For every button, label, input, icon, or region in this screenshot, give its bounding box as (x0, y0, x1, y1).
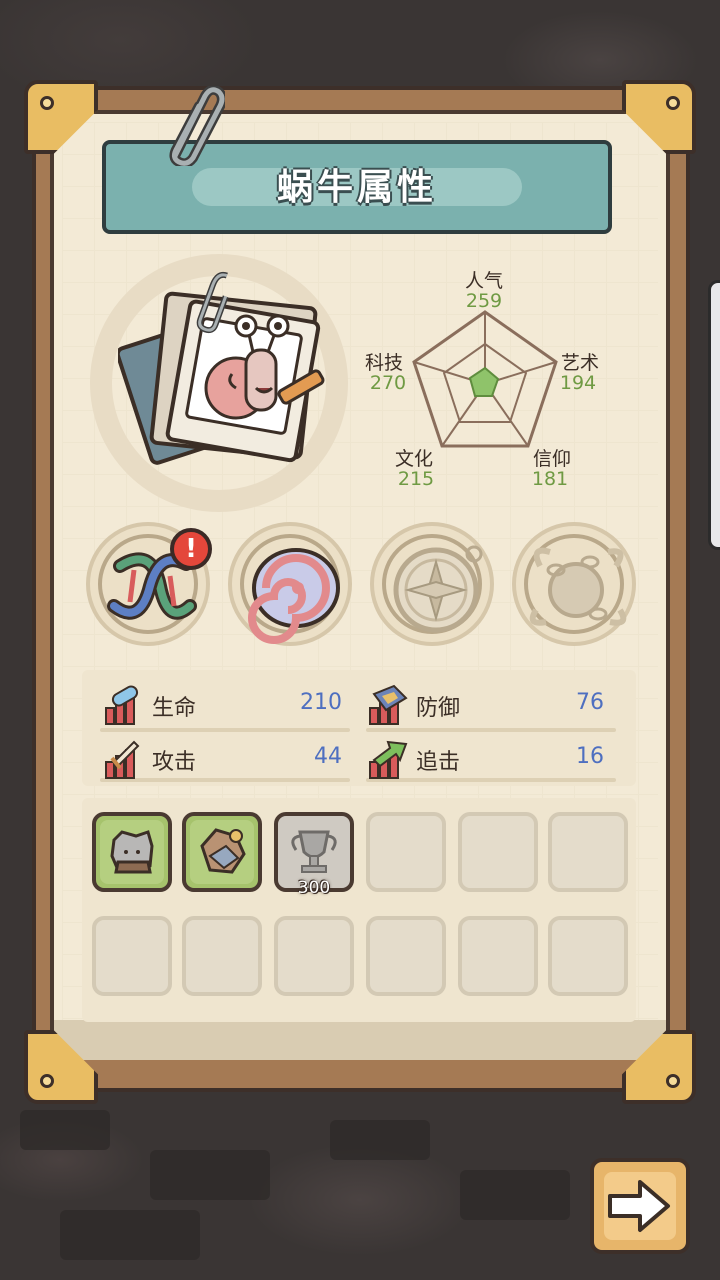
chained-orb-icon (529, 547, 627, 626)
inventory-slot[interactable] (92, 916, 172, 996)
next-button[interactable] (590, 1158, 690, 1254)
radar-value-art: 194 (559, 372, 597, 394)
bg-rock (330, 1120, 430, 1160)
equip-slot-chained-orb[interactable] (512, 522, 636, 646)
radar-label-faith: 信仰 (532, 448, 571, 470)
defense-shield-icon (369, 684, 408, 725)
page-title: 蜗牛属性 (276, 167, 437, 208)
stat-value-attack: 44 (314, 744, 342, 769)
radar-value-faith: 181 (531, 468, 569, 490)
radar-label-popularity: 人气 (464, 270, 503, 292)
inventory-slot[interactable] (182, 812, 262, 892)
inventory-slot[interactable] (366, 916, 446, 996)
radar-label-tech: 科技 (364, 352, 403, 374)
divider (100, 728, 350, 732)
item-count: 300 (297, 878, 331, 898)
compass-icon (393, 545, 483, 633)
alert-badge: ! (170, 528, 212, 570)
rock-item-icon (200, 828, 246, 874)
radar-value-popularity: 259 (465, 290, 503, 312)
inventory-slot[interactable] (366, 812, 446, 892)
radar-fill-polygon (468, 366, 500, 397)
radar-label-culture: 文化 (394, 448, 433, 470)
divider (366, 728, 616, 732)
stat-value-hp: 210 (300, 690, 342, 715)
stat-label-defense: 防御 (416, 696, 461, 721)
bg-rock (150, 1150, 270, 1200)
stat-label-chase: 追击 (416, 750, 461, 775)
stat-value-defense: 76 (576, 690, 604, 715)
inventory-slot[interactable] (458, 916, 538, 996)
inventory-slot[interactable] (182, 916, 262, 996)
hp-pill-icon (105, 685, 139, 725)
inventory-slot[interactable] (458, 812, 538, 892)
equip-slot-compass[interactable] (370, 522, 494, 646)
inventory-slot[interactable] (92, 812, 172, 892)
inventory-slot[interactable] (274, 916, 354, 996)
bg-rock (20, 1110, 110, 1150)
bg-rock (60, 1210, 200, 1260)
inventory-slot[interactable] (548, 916, 628, 996)
stat-value-chase: 16 (576, 744, 604, 769)
stat-label-attack: 攻击 (152, 750, 197, 775)
radar-value-tech: 270 (369, 372, 407, 394)
radar-value-culture: 215 (397, 468, 435, 490)
side-tab[interactable] (708, 280, 720, 550)
arrow-right-icon (608, 1180, 670, 1232)
stat-label-hp: 生命 (152, 696, 197, 721)
shell-icon (248, 548, 340, 644)
attack-sword-icon (105, 740, 140, 779)
chase-arrow-icon (369, 740, 408, 779)
bg-rock (460, 1170, 570, 1220)
stone-relic-icon (110, 830, 154, 874)
equip-slot-shell[interactable] (228, 522, 352, 646)
snail-portrait-icon[interactable] (118, 270, 328, 470)
inventory-slot[interactable] (548, 812, 628, 892)
radar-label-art: 艺术 (560, 352, 599, 374)
paperclip-icon (169, 86, 225, 166)
paper-bottom-edge (54, 1020, 666, 1060)
